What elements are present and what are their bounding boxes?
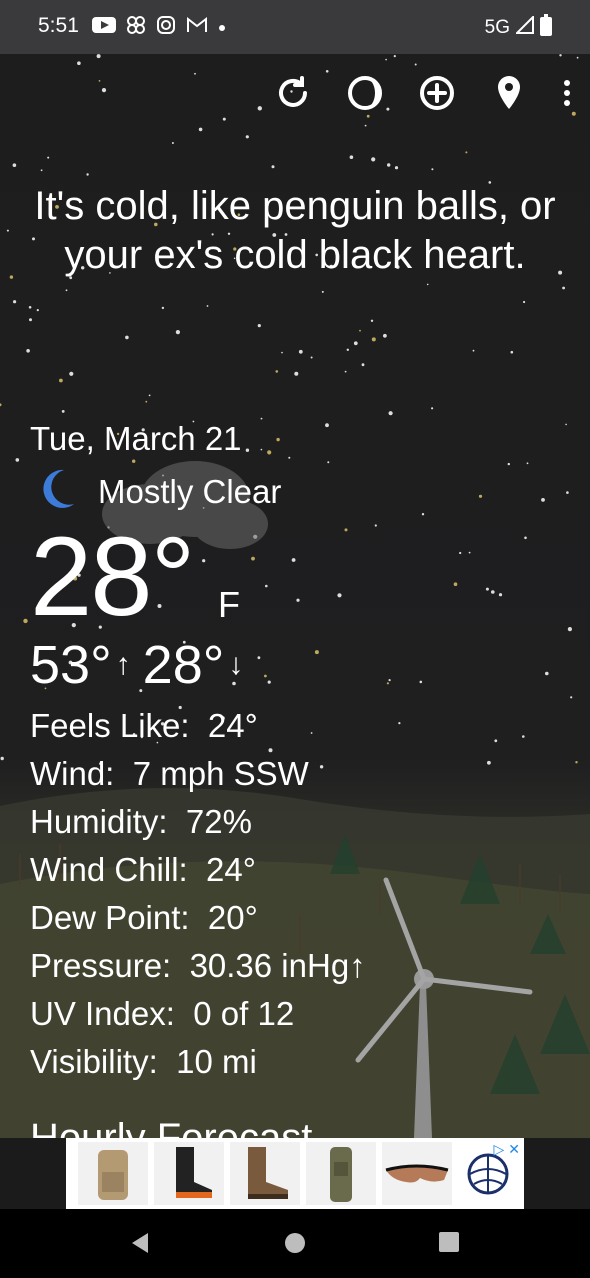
weather-quip: It's cold, like penguin balls, or your e… <box>34 184 556 277</box>
toolbar <box>274 74 572 112</box>
navigation-bar <box>0 1209 590 1278</box>
status-time: 5:51 <box>38 14 79 37</box>
location-pin-icon[interactable] <box>490 74 528 112</box>
detail-feels-like: Feels Like: 24° <box>30 707 258 744</box>
detail-pressure: Pressure: 30.36 inHg↑ <box>30 947 366 984</box>
ad-product-backpack[interactable] <box>78 1142 148 1205</box>
detail-wind: Wind: 7 mph SSW <box>30 755 309 792</box>
low-temp: 28° <box>142 635 225 695</box>
down-arrow-icon: ↓ <box>228 648 244 681</box>
add-location-icon[interactable] <box>418 74 456 112</box>
detail-dew-point: Dew Point: 20° <box>30 899 258 936</box>
gmail-icon <box>186 16 208 39</box>
instagram-icon <box>156 15 176 40</box>
high-temp: 53° <box>30 635 112 695</box>
ad-product-boots-black[interactable] <box>154 1142 224 1205</box>
condition-label: Mostly Clear <box>98 473 282 510</box>
ad-product-tactical-pack[interactable] <box>306 1142 376 1205</box>
refresh-icon[interactable] <box>274 74 312 112</box>
home-icon[interactable] <box>283 1231 307 1260</box>
more-options-icon[interactable] <box>562 74 572 112</box>
ad-banner[interactable]: ▷ ✕ <box>66 1138 524 1209</box>
ad-choices[interactable]: ▷ ✕ <box>493 1141 520 1158</box>
status-bar: 5:51 5G <box>0 0 590 54</box>
recents-icon[interactable] <box>438 1231 460 1258</box>
detail-humidity: Humidity: 72% <box>30 803 252 840</box>
back-icon[interactable] <box>128 1231 152 1260</box>
temperature-unit: F <box>218 584 240 625</box>
pinwheel-icon <box>126 15 146 40</box>
dot-icon <box>218 19 226 37</box>
network-label: 5G <box>484 17 510 38</box>
moon-phase-icon[interactable] <box>346 74 384 112</box>
ad-choices-icon[interactable]: ▷ <box>493 1141 504 1158</box>
ad-brand-logo[interactable] <box>466 1152 510 1201</box>
detail-wind-chill: Wind Chill: 24° <box>30 851 256 888</box>
ad-product-boots-brown[interactable] <box>230 1142 300 1205</box>
ad-close-icon[interactable]: ✕ <box>508 1141 520 1158</box>
ad-product-sunglasses[interactable] <box>382 1142 452 1205</box>
current-temperature: 28° <box>30 514 195 639</box>
high-low: 53° ↑ 28° ↓ <box>30 634 255 696</box>
weather-scene: It's cold, like penguin balls, or your e… <box>0 54 590 1138</box>
up-arrow-icon: ↑ <box>115 648 131 681</box>
weather-details: Feels Like: 24° Wind: 7 mph SSW Humidity… <box>30 702 366 1086</box>
forecast-date: Tue, March 21 <box>30 420 242 457</box>
crescent-moon-icon <box>38 468 76 516</box>
battery-icon <box>540 14 552 42</box>
detail-uv-index: UV Index: 0 of 12 <box>30 995 295 1032</box>
hourly-forecast-title: Hourly Forecast <box>30 1116 313 1138</box>
youtube-icon <box>92 16 116 39</box>
condition: Mostly Clear <box>38 468 281 516</box>
detail-visibility: Visibility: 10 mi <box>30 1043 257 1080</box>
signal-icon <box>514 14 534 40</box>
